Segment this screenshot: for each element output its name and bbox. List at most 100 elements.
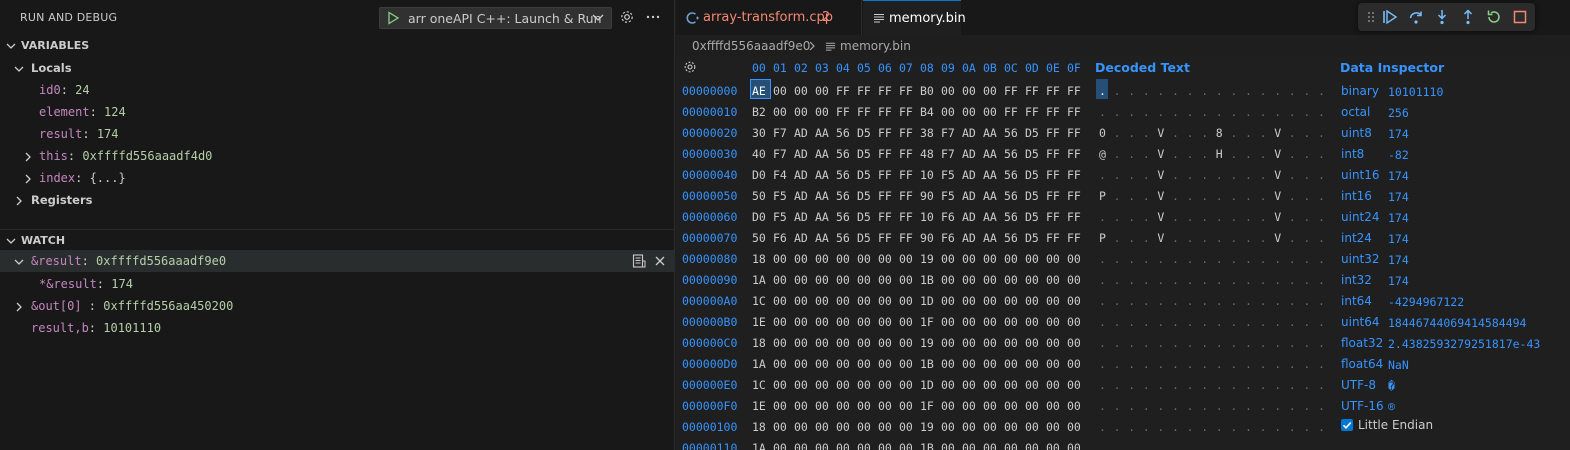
hex-byte[interactable]: 00 bbox=[962, 420, 976, 434]
decoded-char[interactable]: . bbox=[1128, 168, 1135, 182]
drag-handle-icon[interactable] bbox=[1366, 9, 1376, 25]
hex-byte[interactable]: 00 bbox=[1004, 336, 1018, 350]
hex-byte[interactable]: 1C bbox=[752, 378, 766, 392]
decoded-char[interactable]: . bbox=[1201, 273, 1208, 287]
hex-byte[interactable]: AD bbox=[794, 126, 808, 140]
decoded-char[interactable]: . bbox=[1245, 441, 1252, 450]
decoded-char[interactable]: . bbox=[1187, 231, 1194, 245]
hex-byte[interactable]: 00 bbox=[962, 84, 976, 98]
hex-byte[interactable]: 00 bbox=[1067, 399, 1081, 413]
breadcrumb-address[interactable]: 0xffffd556aaadf9e0 bbox=[692, 39, 810, 53]
hex-byte[interactable]: 00 bbox=[773, 294, 787, 308]
decoded-char[interactable]: . bbox=[1260, 231, 1267, 245]
hex-byte[interactable]: FF bbox=[1046, 105, 1060, 119]
chevron-right-icon[interactable] bbox=[13, 301, 25, 313]
hex-byte[interactable]: 00 bbox=[794, 84, 808, 98]
variable-row[interactable]: this: 0xffffd556aaadf4d0 bbox=[0, 145, 675, 167]
decoded-char[interactable]: . bbox=[1318, 126, 1325, 140]
decoded-char[interactable]: . bbox=[1114, 189, 1121, 203]
decoded-char[interactable]: . bbox=[1245, 420, 1252, 434]
decoded-char[interactable]: . bbox=[1114, 315, 1121, 329]
hex-byte[interactable]: 00 bbox=[1067, 315, 1081, 329]
hex-byte[interactable]: 1D bbox=[920, 378, 934, 392]
decoded-char[interactable]: 8 bbox=[1216, 126, 1223, 140]
decoded-char[interactable]: . bbox=[1114, 420, 1121, 434]
hex-byte[interactable]: 00 bbox=[941, 336, 955, 350]
decoded-char[interactable]: . bbox=[1216, 441, 1223, 450]
decoded-char[interactable]: . bbox=[1201, 378, 1208, 392]
decoded-char[interactable]: . bbox=[1172, 252, 1179, 266]
decoded-char[interactable]: . bbox=[1303, 273, 1310, 287]
hex-byte[interactable]: 00 bbox=[878, 441, 892, 450]
hex-byte[interactable]: D5 bbox=[857, 189, 871, 203]
decoded-char[interactable]: . bbox=[1260, 189, 1267, 203]
decoded-char[interactable]: . bbox=[1114, 294, 1121, 308]
decoded-char[interactable]: . bbox=[1172, 147, 1179, 161]
decoded-char[interactable]: V bbox=[1157, 231, 1164, 245]
decoded-char[interactable]: . bbox=[1099, 315, 1106, 329]
hex-byte[interactable]: 00 bbox=[773, 273, 787, 287]
decoded-char[interactable]: . bbox=[1260, 147, 1267, 161]
hex-byte[interactable]: 56 bbox=[836, 189, 850, 203]
decoded-char[interactable]: . bbox=[1289, 399, 1296, 413]
decoded-char[interactable]: . bbox=[1114, 399, 1121, 413]
hex-byte[interactable]: 00 bbox=[815, 315, 829, 329]
decoded-char[interactable]: . bbox=[1114, 126, 1121, 140]
decoded-char[interactable]: . bbox=[1143, 294, 1150, 308]
hex-byte[interactable]: FF bbox=[878, 168, 892, 182]
decoded-char[interactable]: . bbox=[1143, 126, 1150, 140]
decoded-char[interactable]: . bbox=[1260, 315, 1267, 329]
decoded-char[interactable]: @ bbox=[1099, 147, 1106, 161]
decoded-char[interactable]: . bbox=[1318, 168, 1325, 182]
hex-byte[interactable]: 00 bbox=[1025, 357, 1039, 371]
decoded-char[interactable]: . bbox=[1128, 336, 1135, 350]
tab-array-transform[interactable]: array-transform.cpp 2 bbox=[676, 0, 862, 35]
hex-byte[interactable]: AA bbox=[983, 189, 997, 203]
decoded-char[interactable]: . bbox=[1303, 147, 1310, 161]
hex-byte[interactable]: 00 bbox=[1004, 399, 1018, 413]
decoded-char[interactable]: . bbox=[1289, 231, 1296, 245]
decoded-char[interactable]: . bbox=[1318, 441, 1325, 450]
hex-byte[interactable]: 00 bbox=[1067, 441, 1081, 450]
decoded-char[interactable]: . bbox=[1143, 231, 1150, 245]
hex-byte[interactable]: D5 bbox=[857, 168, 871, 182]
decoded-char[interactable]: . bbox=[1289, 189, 1296, 203]
decoded-char[interactable]: . bbox=[1157, 420, 1164, 434]
hex-byte[interactable]: FF bbox=[899, 231, 913, 245]
hex-byte[interactable]: 56 bbox=[836, 231, 850, 245]
hex-byte[interactable]: FF bbox=[1004, 105, 1018, 119]
decoded-char[interactable]: . bbox=[1230, 273, 1237, 287]
decoded-char[interactable]: . bbox=[1260, 252, 1267, 266]
hex-byte[interactable]: 00 bbox=[836, 315, 850, 329]
hex-byte[interactable]: 18 bbox=[752, 420, 766, 434]
hex-byte[interactable]: 00 bbox=[941, 315, 955, 329]
decoded-char[interactable]: . bbox=[1245, 273, 1252, 287]
decoded-char[interactable]: . bbox=[1172, 357, 1179, 371]
decoded-char[interactable]: . bbox=[1216, 399, 1223, 413]
decoded-char[interactable]: . bbox=[1128, 210, 1135, 224]
hex-byte[interactable]: 56 bbox=[1004, 168, 1018, 182]
decoded-char[interactable]: . bbox=[1201, 105, 1208, 119]
hex-byte[interactable]: 00 bbox=[1025, 378, 1039, 392]
decoded-char[interactable]: . bbox=[1172, 189, 1179, 203]
decoded-char[interactable]: . bbox=[1157, 441, 1164, 450]
decoded-char[interactable]: . bbox=[1172, 273, 1179, 287]
hex-byte[interactable]: 00 bbox=[878, 357, 892, 371]
hex-byte[interactable]: 56 bbox=[836, 147, 850, 161]
decoded-char[interactable]: V bbox=[1157, 126, 1164, 140]
hex-byte[interactable]: 00 bbox=[941, 420, 955, 434]
hex-byte[interactable]: 00 bbox=[773, 105, 787, 119]
hex-byte[interactable]: 00 bbox=[773, 441, 787, 450]
hex-byte[interactable]: 00 bbox=[899, 336, 913, 350]
decoded-char[interactable]: . bbox=[1289, 210, 1296, 224]
decoded-char[interactable]: . bbox=[1201, 189, 1208, 203]
decoded-char[interactable]: . bbox=[1157, 336, 1164, 350]
decoded-char[interactable]: . bbox=[1318, 399, 1325, 413]
decoded-char[interactable]: . bbox=[1318, 231, 1325, 245]
hex-byte[interactable]: FF bbox=[899, 168, 913, 182]
hex-byte[interactable]: 56 bbox=[836, 126, 850, 140]
hex-byte[interactable]: 00 bbox=[878, 399, 892, 413]
hex-byte[interactable]: FF bbox=[1046, 84, 1060, 98]
decoded-char[interactable]: . bbox=[1230, 105, 1237, 119]
hex-byte[interactable]: 00 bbox=[899, 420, 913, 434]
